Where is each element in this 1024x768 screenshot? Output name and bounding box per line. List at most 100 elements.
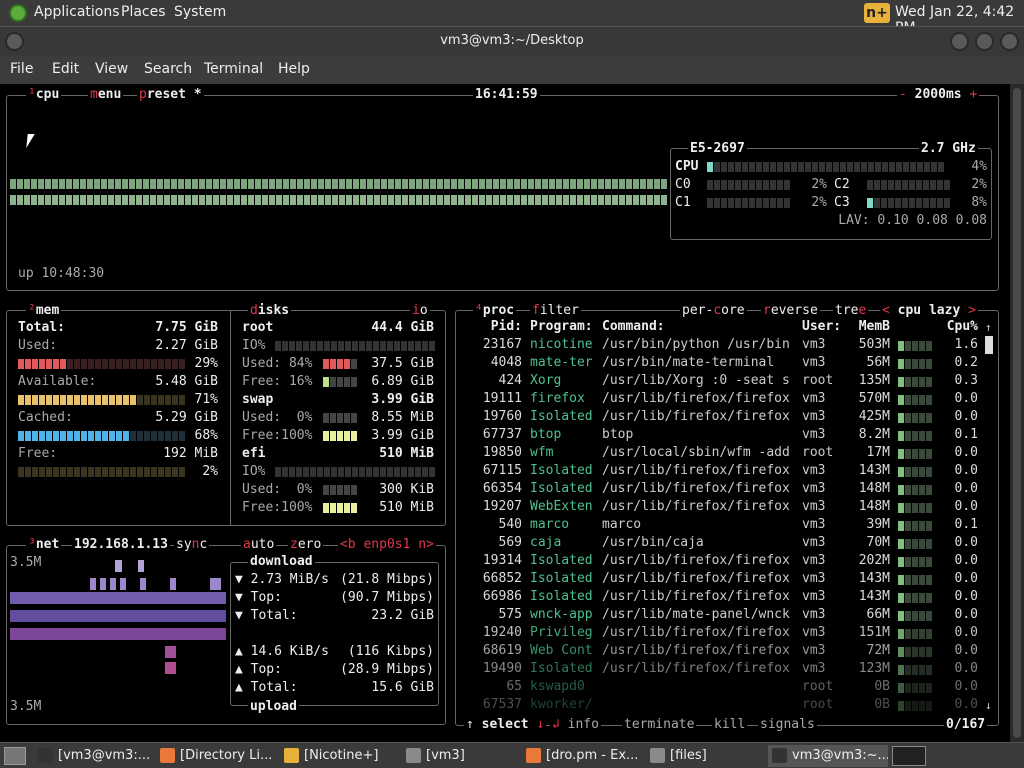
disk-root-free-label: Free: 16% [242,374,313,389]
proc-reverse-toggle[interactable]: reverse [761,303,820,318]
proc-row[interactable]: 67537 kworker/root 0B 0.0 [460,697,1000,715]
proc-row[interactable]: 4048 mate-ter/usr/bin/mate-terminal vm3 56M… [460,355,1000,373]
menu-file[interactable]: File [10,61,33,77]
proc-cell-user: root [802,373,834,388]
menu-edit[interactable]: Edit [52,61,79,77]
proc-row[interactable]: 19490 Isolated/usr/lib/firefox/firefox vm3… [460,661,1000,679]
io-toggle[interactable]: io [410,303,430,318]
proc-terminate[interactable]: terminate [622,717,697,732]
net-sync-toggle[interactable]: sync [174,537,210,552]
dl-total: 23.2 GiB [371,608,434,623]
proc-row[interactable]: 569 caja/usr/bin/caja vm3 70M 0.0 [460,535,1000,553]
taskbar-item[interactable]: [files] [646,745,762,767]
proc-row[interactable]: 540 marco marco vm3 39M 0.1 [460,517,1000,535]
proc-cell-mem: 56M [866,355,890,370]
proc-row[interactable]: 68619 Web Cont/usr/lib/firefox/firefox vm3… [460,643,1000,661]
proc-cell-pid: 66354 [482,481,522,496]
proc-tree-toggle[interactable]: tree [833,303,869,318]
proc-mem-mini-bar [898,431,932,441]
col-memb[interactable]: MemB [850,319,890,334]
mem-cached: 5.29 GiB [155,410,218,425]
places-menu[interactable]: Places [121,4,166,20]
taskbar-item[interactable]: [Directory Li... [156,745,276,767]
disks-title[interactable]: disks [248,303,292,318]
mate-logo-icon[interactable] [9,4,27,22]
proc-scrollbar[interactable] [985,336,993,354]
folder-icon [650,748,665,763]
terminal-scrollbar[interactable] [1010,84,1024,742]
net-graph-row [10,628,226,640]
proc-kill[interactable]: kill [712,717,748,732]
proc-row[interactable]: 575 wnck-app/usr/lib/mate-panel/wnck vm3 66… [460,607,1000,625]
disk-swap-size: 3.99 GiB [371,392,434,407]
proc-mem-mini-bar [898,665,932,675]
terminal-area[interactable]: ¹cpu menu preset * 16:41:59 - 2000ms + u… [0,84,1010,742]
proc-row[interactable]: 66354 Isolated/usr/lib/firefox/firefox vm3… [460,481,1000,499]
proc-select[interactable]: ↑ select ↓ [464,717,547,732]
menu-help[interactable]: Help [278,61,310,77]
net-graph-row [10,592,226,604]
taskbar-item[interactable]: [vm3@vm3:... [34,745,152,767]
proc-title[interactable]: ⁴proc [473,303,517,318]
proc-signals[interactable]: signals [758,717,817,732]
net-zero-toggle[interactable]: zero [288,537,324,552]
disk-efi-free-label: Free:100% [242,500,313,515]
disk-swap-used: 8.55 MiB [371,410,434,425]
net-title[interactable]: ³net [26,537,62,552]
mem-title[interactable]: ²mem [26,303,62,318]
terminal-scrollbar-thumb[interactable] [1013,88,1021,738]
proc-row[interactable]: 19314 Isolated/usr/lib/firefox/firefox vm3… [460,553,1000,571]
proc-mem-mini-bar [898,395,932,405]
menu-tab[interactable]: menu [88,87,124,102]
proc-row[interactable]: 67115 Isolated/usr/lib/firefox/firefox vm3… [460,463,1000,481]
proc-percore-toggle[interactable]: per-core [680,303,747,318]
proc-row[interactable]: 65 kswapd0 root 0B 0.0 [460,679,1000,697]
proc-row[interactable]: 424 Xorg/usr/lib/Xorg :0 -seat s root 135M 0… [460,373,1000,391]
system-menu[interactable]: System [174,4,226,20]
cpu-tab[interactable]: ¹cpu [26,87,62,102]
minimize-button[interactable] [950,32,969,51]
proc-row[interactable]: 19111 firefox/usr/lib/firefox/firefox vm3 5… [460,391,1000,409]
proc-row[interactable]: 19850 wfm/usr/local/sbin/wfm -add root 17M 0… [460,445,1000,463]
proc-row[interactable]: 67737 btop btop vm3 8.2M 0.1 [460,427,1000,445]
applications-menu[interactable]: Applications [34,4,120,20]
window-titlebar[interactable]: vm3@vm3:~/Desktop [0,26,1024,56]
proc-scroll-down-icon[interactable]: ↓ [985,699,992,712]
core-c2-bar [867,180,950,190]
workspace-switcher[interactable] [892,746,926,766]
update-interval[interactable]: - 2000ms + [897,87,980,102]
maximize-button[interactable] [975,32,994,51]
proc-row[interactable]: 19240 Privileg/usr/lib/firefox/firefox vm3… [460,625,1000,643]
taskbar-item[interactable]: [dro.pm - Ex... [522,745,642,767]
proc-filter[interactable]: filter [530,303,581,318]
col-user[interactable]: User: [802,319,841,334]
close-button[interactable] [1000,32,1019,51]
col-command[interactable]: Command: [602,319,665,334]
proc-row[interactable]: 66852 Isolated/usr/lib/firefox/firefox vm3… [460,571,1000,589]
proc-row[interactable]: 19760 Isolated/usr/lib/firefox/firefox vm3… [460,409,1000,427]
taskbar-item[interactable]: [vm3] [402,745,518,767]
menu-view[interactable]: View [95,61,128,77]
nicotine-tray-icon[interactable]: n+ [864,3,890,23]
net-interface[interactable]: <b enp0s1 n> [338,537,436,552]
show-desktop-icon[interactable] [4,747,26,765]
proc-cell-prog: Xorg [530,373,562,388]
proc-sort-selector[interactable]: < cpu lazy > [880,303,978,318]
proc-row[interactable]: 19207 WebExten/usr/lib/firefox/firefox vm3… [460,499,1000,517]
mem-used-label: Used: [18,338,58,353]
taskbar-item[interactable]: [Nicotine+] [280,745,398,767]
menu-search[interactable]: Search [144,61,192,77]
col-pid[interactable]: Pid: [460,319,522,334]
col-cpu[interactable]: Cpu% [938,319,978,334]
core-c3-bar [867,198,950,208]
proc-row[interactable]: 23167 nicotine/usr/bin/python /usr/bin vm3… [460,337,1000,355]
proc-row[interactable]: 66986 Isolated/usr/lib/firefox/firefox vm3… [460,589,1000,607]
menu-terminal[interactable]: Terminal [204,61,263,77]
proc-scroll-up-icon[interactable]: ↑ [985,321,992,334]
proc-info[interactable]: ↲ info [550,717,601,732]
preset-tab[interactable]: preset * [137,87,204,102]
col-program[interactable]: Program: [530,319,593,334]
net-auto-toggle[interactable]: auto [241,537,277,552]
proc-cell-pid: 19111 [482,391,522,406]
taskbar-item[interactable]: vm3@vm3:~... [768,745,888,767]
